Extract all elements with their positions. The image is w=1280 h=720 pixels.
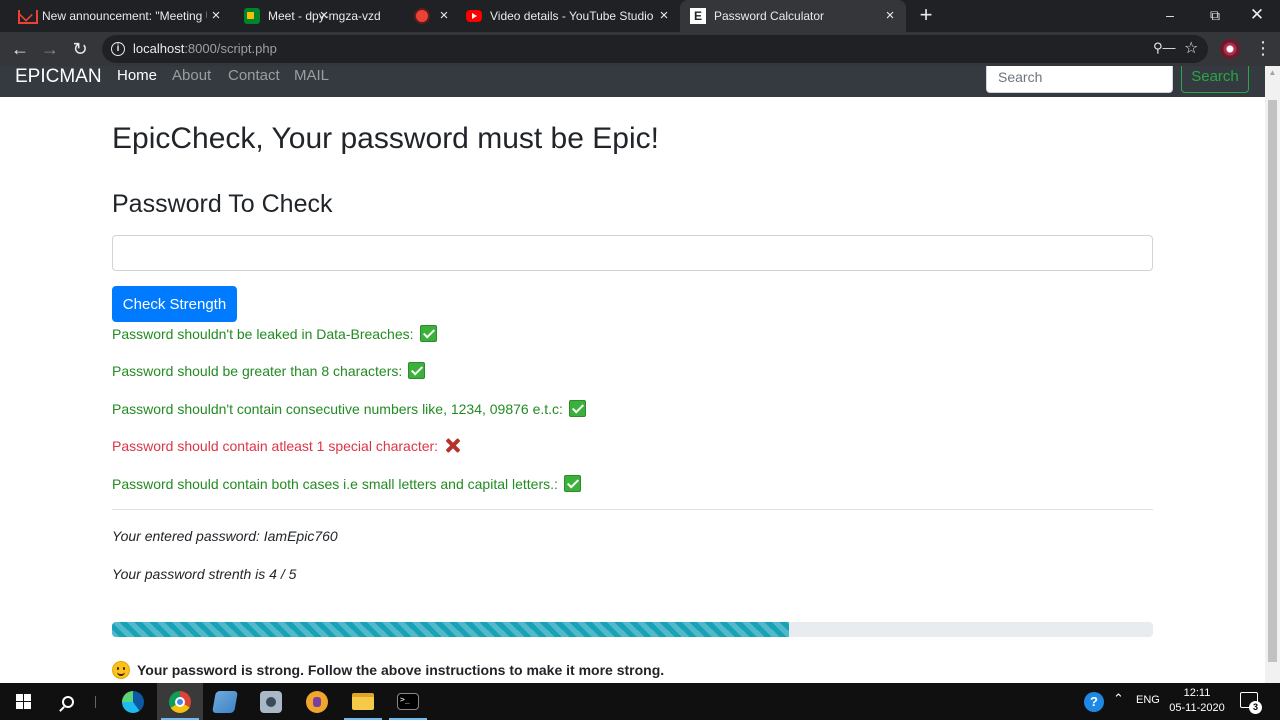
taskbar-edge[interactable]: [110, 683, 156, 720]
check-mark-icon: [408, 362, 426, 379]
url-text: localhost:8000/script.php: [133, 41, 277, 56]
search-icon: [62, 695, 74, 708]
language-indicator[interactable]: ENG: [1136, 694, 1160, 706]
camera-icon: [260, 690, 282, 713]
site-info-icon[interactable]: i: [111, 42, 125, 56]
folder-icon: [352, 693, 374, 710]
check-mark-icon: [568, 400, 586, 417]
nav-link-about[interactable]: About: [172, 67, 211, 84]
divider: [112, 509, 1153, 510]
check-strength-button[interactable]: Check Strength: [112, 286, 237, 322]
recording-icon: [416, 10, 428, 22]
nav-link-mail[interactable]: MAIL: [294, 67, 329, 84]
tab-youtube-studio[interactable]: Video details - YouTube Studio ×: [458, 0, 678, 32]
tray-expand-chevron-icon[interactable]: ⌃: [1113, 691, 1124, 707]
rule-data-breach: Password shouldn't be leaked in Data-Bre…: [112, 325, 437, 342]
site-brand[interactable]: EPICMAN: [15, 66, 102, 88]
window-close-button[interactable]: ✕: [1234, 0, 1280, 32]
meet-icon: [244, 8, 260, 24]
clock[interactable]: 12:11 05-11-2020: [1166, 686, 1228, 716]
new-tab-button[interactable]: +: [914, 4, 938, 28]
profile-avatar[interactable]: [1220, 39, 1240, 59]
rule-letter-cases: Password should contain both cases i.e s…: [112, 475, 581, 492]
tab-title: Password Calculator: [714, 9, 825, 23]
scroll-thumb[interactable]: [1268, 100, 1277, 662]
password-input[interactable]: [112, 235, 1153, 271]
verdict-text: Your password is strong. Follow the abov…: [137, 662, 665, 678]
tab-close-icon[interactable]: ×: [436, 8, 452, 24]
back-button[interactable]: ←: [8, 37, 32, 61]
page-viewport: EPICMAN Home About Contact MAIL Search E…: [0, 66, 1265, 683]
navbar-search-button[interactable]: Search: [1181, 66, 1249, 93]
epic-favicon-icon: E: [690, 8, 706, 24]
password-key-icon[interactable]: ⚲—: [1153, 40, 1176, 56]
bookmark-star-icon[interactable]: ☆: [1184, 38, 1198, 58]
clock-time: 12:11: [1183, 687, 1211, 699]
taskbar-camera[interactable]: [248, 683, 294, 720]
rule-text: Password shouldn't contain consecutive n…: [112, 400, 563, 417]
strength-progress-track: [112, 622, 1153, 637]
terminal-icon: [397, 693, 419, 710]
entered-password-text: Your entered password: IamEpic760: [112, 528, 338, 544]
clock-date: 05-11-2020: [1169, 702, 1225, 714]
brave-icon: [306, 690, 328, 713]
taskbar-chrome[interactable]: [157, 683, 203, 720]
app-icon: [212, 690, 238, 713]
browser-tab-strip: New announcement: "Meeting U × Meet - dp…: [0, 0, 1280, 32]
minimize-button[interactable]: –: [1147, 0, 1193, 32]
tab-title: Video details - YouTube Studio: [490, 9, 654, 23]
start-button[interactable]: [0, 683, 46, 720]
tab-close-icon[interactable]: ×: [316, 8, 332, 24]
tab-close-icon[interactable]: ×: [882, 8, 898, 24]
youtube-icon: [466, 10, 482, 22]
windows-logo-icon: [15, 694, 31, 709]
browser-toolbar: ← → ↻ i localhost:8000/script.php: [0, 32, 1280, 66]
chrome-icon: [169, 690, 191, 713]
cross-mark-icon: [444, 437, 461, 454]
taskbar-file-explorer[interactable]: [340, 683, 386, 720]
restore-button[interactable]: ⧉: [1192, 0, 1238, 32]
tab-close-icon[interactable]: ×: [656, 8, 672, 24]
help-icon[interactable]: ?: [1084, 692, 1104, 712]
smile-emoji-icon: [112, 661, 130, 679]
page-scrollbar[interactable]: ▲: [1265, 66, 1280, 683]
page-title: EpicCheck, Your password must be Epic!: [112, 122, 659, 155]
rule-text: Password shouldn't be leaked in Data-Bre…: [112, 325, 414, 342]
check-mark-icon: [563, 475, 581, 492]
taskbar-terminal[interactable]: [385, 683, 431, 720]
check-mark-icon: [419, 325, 437, 342]
scroll-up-arrow-icon[interactable]: ▲: [1265, 68, 1280, 80]
reload-button[interactable]: ↻: [68, 37, 92, 61]
rule-consecutive-numbers: Password shouldn't contain consecutive n…: [112, 400, 586, 417]
tab-password-calculator[interactable]: E Password Calculator ×: [680, 0, 906, 32]
nav-link-contact[interactable]: Contact: [228, 67, 280, 84]
tab-gmail[interactable]: New announcement: "Meeting U ×: [0, 0, 232, 32]
navbar-search-input[interactable]: [986, 66, 1173, 93]
nav-link-home[interactable]: Home: [117, 67, 157, 84]
tab-title: New announcement: "Meeting U: [42, 9, 207, 23]
edge-icon: [122, 690, 144, 713]
rule-length: Password should be greater than 8 charac…: [112, 362, 426, 379]
section-title: Password To Check: [112, 190, 333, 218]
rule-text: Password should contain atleast 1 specia…: [112, 437, 439, 454]
forward-button[interactable]: →: [38, 37, 62, 61]
rule-text: Password should contain both cases i.e s…: [112, 475, 558, 492]
strength-score-text: Your password strenth is 4 / 5: [112, 566, 297, 582]
rule-special-character: Password should contain atleast 1 specia…: [112, 437, 461, 454]
windows-taskbar: ? ⌃ ENG 12:11 05-11-2020 3: [0, 683, 1280, 720]
notification-badge: 3: [1249, 701, 1262, 714]
address-bar[interactable]: i localhost:8000/script.php: [102, 35, 1208, 63]
taskbar-app[interactable]: [202, 683, 248, 720]
gmail-icon: [18, 8, 38, 24]
rule-text: Password should be greater than 8 charac…: [112, 362, 403, 379]
tab-recording[interactable]: ×: [408, 0, 456, 32]
taskbar-brave[interactable]: [294, 683, 340, 720]
taskbar-search-button[interactable]: [45, 683, 91, 720]
site-navbar: EPICMAN Home About Contact MAIL Search: [0, 66, 1265, 97]
verdict-message: Your password is strong. Follow the abov…: [112, 661, 664, 679]
taskbar-separator: [95, 696, 96, 708]
strength-progress-bar: [112, 622, 789, 637]
browser-menu-icon[interactable]: ⋮: [1254, 38, 1272, 58]
tab-close-icon[interactable]: ×: [208, 8, 224, 24]
